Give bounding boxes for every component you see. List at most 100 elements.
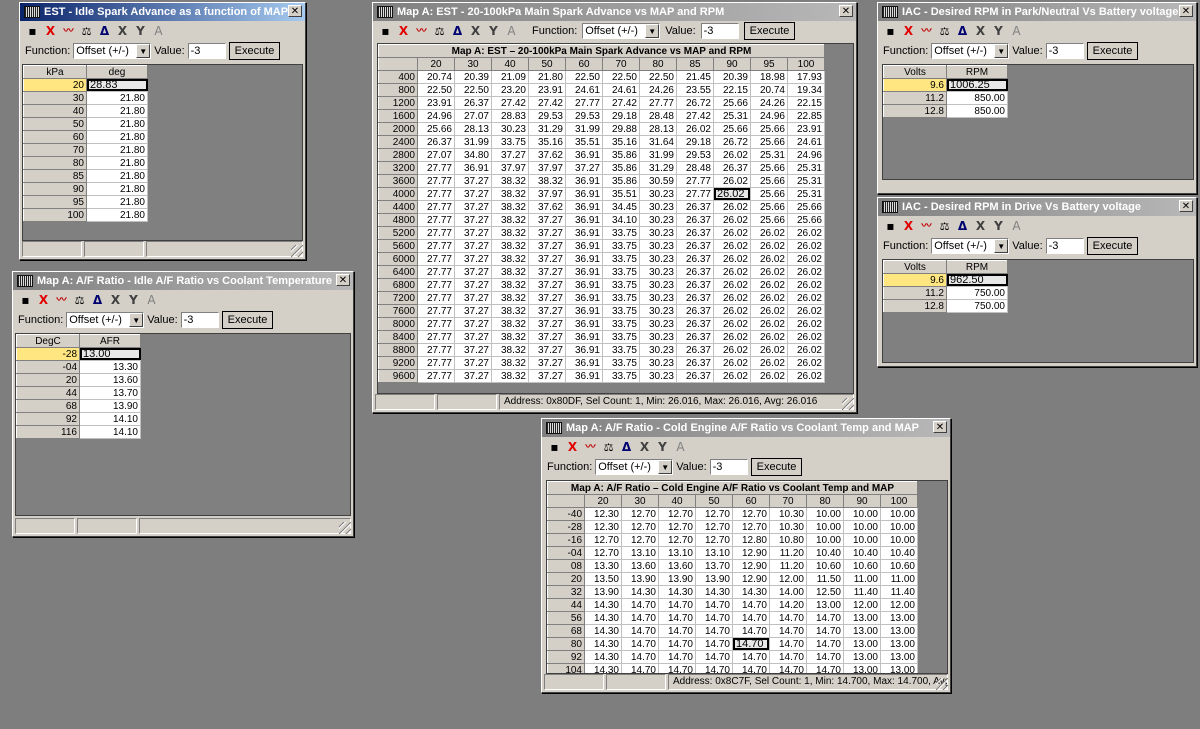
table-cell[interactable]: 14.30 [584, 663, 622, 673]
row-header[interactable]: 85 [23, 169, 87, 183]
table-cell[interactable]: 11.00 [880, 572, 918, 586]
table-row[interactable]: 2400 26.37 31.99 33.75 35.16 35.51 35.16 31.64 2… [378, 135, 825, 149]
font-icon[interactable]: A [1010, 219, 1023, 233]
window-cold-afr[interactable]: Map A: A/F Ratio - Cold Engine A/F Ratio… [541, 418, 951, 693]
value-input[interactable]: -3 [1045, 238, 1084, 254]
table-cell[interactable]: 14.70 [658, 624, 696, 638]
table-cell[interactable]: 12.70 [732, 520, 770, 534]
table-cell[interactable]: 25.66 [787, 213, 825, 227]
table-cell[interactable]: 20.39 [454, 70, 492, 84]
table-cell[interactable]: 38.32 [491, 278, 529, 292]
table-row[interactable]: -16 12.70 12.70 12.70 12.70 12.80 10.80 10.00 10… [547, 533, 918, 547]
table-cell[interactable]: 28.48 [676, 161, 714, 175]
table-cell[interactable]: 38.32 [491, 174, 529, 188]
table-cell[interactable]: 37.27 [454, 239, 492, 253]
table-cell[interactable]: 13.00 [880, 663, 918, 673]
execute-button[interactable]: Execute [743, 22, 796, 40]
table-cell[interactable]: 26.02 [750, 369, 788, 383]
table-cell[interactable]: 38.32 [491, 369, 529, 383]
table-cell[interactable]: 22.50 [565, 70, 603, 84]
table-cell[interactable]: 23.91 [787, 122, 825, 136]
chevron-down-icon[interactable]: ▼ [994, 44, 1009, 58]
column-header[interactable]: 60 [565, 57, 603, 71]
table-cell[interactable]: 29.88 [602, 122, 640, 136]
row-header[interactable]: 4800 [378, 213, 418, 227]
table-cell[interactable]: 14.70 [695, 611, 733, 625]
table-cell[interactable]: 35.86 [602, 174, 640, 188]
row-header[interactable]: 2800 [378, 148, 418, 162]
table-cell[interactable]: 13.00 [843, 650, 881, 664]
column-header[interactable]: 30 [621, 494, 659, 508]
table-row[interactable]: 4800 27.77 37.27 38.32 37.27 36.91 34.10 30.23 2… [378, 213, 825, 227]
table-row[interactable]: 4400 27.77 37.27 38.32 37.62 36.91 34.45 30.23 2… [378, 200, 825, 214]
column-header[interactable]: 95 [750, 57, 788, 71]
table-cell[interactable]: 13.00 [843, 624, 881, 638]
table-cell[interactable]: 26.02 [713, 317, 751, 331]
value-input[interactable]: -3 [187, 43, 226, 59]
row-header[interactable]: 68 [16, 399, 80, 413]
table-cell[interactable]: 37.27 [528, 317, 566, 331]
delete-icon[interactable]: X [37, 293, 50, 307]
table-cell[interactable]: 26.72 [713, 135, 751, 149]
table-cell[interactable]: 38.32 [491, 265, 529, 279]
column-header[interactable]: 20 [417, 57, 455, 71]
row-header[interactable]: 12.8 [883, 299, 947, 313]
table-cell[interactable]: 26.02 [713, 213, 751, 227]
table-cell[interactable]: 14.70 [769, 611, 807, 625]
table-cell[interactable]: 33.75 [602, 356, 640, 370]
table-cell[interactable]: 26.37 [676, 200, 714, 214]
row-header[interactable]: 2000 [378, 122, 418, 136]
table-cell[interactable]: 10.00 [806, 520, 844, 534]
table-cell[interactable]: 14.30 [584, 650, 622, 664]
table-cell[interactable]: 29.18 [676, 135, 714, 149]
table-cell[interactable]: 26.37 [676, 304, 714, 318]
table-cell[interactable]: 37.27 [528, 278, 566, 292]
row-header[interactable]: 5600 [378, 239, 418, 253]
multiply-icon[interactable]: X [116, 24, 129, 38]
table-cell[interactable]: 38.32 [491, 317, 529, 331]
smooth-icon[interactable]: Y [127, 293, 140, 307]
column-header[interactable]: 90 [713, 57, 751, 71]
interpolate-icon[interactable]: Δ [91, 293, 104, 307]
table-cell[interactable]: 14.70 [621, 598, 659, 612]
row-header[interactable]: -28 [547, 520, 585, 534]
multiply-icon[interactable]: X [974, 219, 987, 233]
table-cell[interactable]: 12.90 [732, 572, 770, 586]
window-title-bar[interactable]: IAC - Desired RPM in Park/Neutral Vs Bat… [878, 3, 1196, 21]
table-cell[interactable]: 30.23 [639, 356, 677, 370]
table-cell[interactable]: 25.66 [750, 213, 788, 227]
table-cell[interactable]: 13.60 [621, 559, 659, 573]
table-cell[interactable]: 26.02 [787, 265, 825, 279]
table-cell[interactable]: 36.91 [565, 200, 603, 214]
table-cell[interactable]: 38.32 [491, 239, 529, 253]
table-cell[interactable]: 14.70 [658, 650, 696, 664]
table-row[interactable]: 85 21.80 [23, 169, 148, 183]
table-row[interactable]: 8400 27.77 37.27 38.32 37.27 36.91 33.75 30.23 2… [378, 330, 825, 344]
table-grid-area[interactable]: Volts RPM 9.6 1006.25 11.2 850.00 12.8 850.00 [882, 64, 1194, 180]
table-cell[interactable]: 37.62 [528, 200, 566, 214]
data-table[interactable]: Map A: A/F Ratio – Cold Engine A/F Ratio… [547, 481, 918, 673]
row-header[interactable]: -40 [547, 507, 585, 521]
function-select[interactable]: Offset (+/-) ▼ [582, 23, 661, 39]
table-cell[interactable]: 14.70 [695, 663, 733, 673]
table-cell[interactable]: 30.23 [639, 304, 677, 318]
table-cell[interactable]: 31.64 [639, 135, 677, 149]
table-cell[interactable]: 33.75 [602, 239, 640, 253]
table-row[interactable]: 8800 27.77 37.27 38.32 37.27 36.91 33.75 30.23 2… [378, 343, 825, 357]
table-cell[interactable]: 12.90 [732, 546, 770, 560]
table-cell[interactable]: 21.80 [86, 91, 148, 105]
table-cell[interactable]: 13.90 [584, 585, 622, 599]
multiply-icon[interactable]: X [469, 24, 482, 38]
table-cell[interactable]: 12.00 [769, 572, 807, 586]
table-cell[interactable]: 10.00 [880, 533, 918, 547]
table-cell[interactable]: 10.60 [880, 559, 918, 573]
table-row[interactable]: 95 21.80 [23, 195, 148, 209]
row-header[interactable]: 4400 [378, 200, 418, 214]
table-cell[interactable]: 26.02 [713, 226, 751, 240]
table-cell[interactable]: 26.02 [713, 252, 751, 266]
table-cell[interactable]: 37.27 [454, 369, 492, 383]
table-row[interactable]: 90 21.80 [23, 182, 148, 196]
table-cell[interactable]: 14.10 [79, 412, 141, 426]
table-cell[interactable]: 25.66 [787, 200, 825, 214]
function-select[interactable]: Offset (+/-) ▼ [931, 43, 1010, 59]
